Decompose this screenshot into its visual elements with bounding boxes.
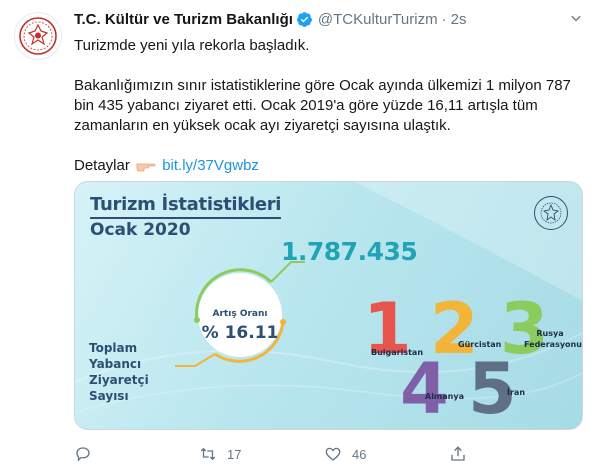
pointing-hand-emoji bbox=[136, 163, 156, 172]
author-name[interactable]: T.C. Kültür ve Turizm Bakanlığı bbox=[74, 11, 293, 28]
visitor-label-line-1: Toplam Yabancı bbox=[89, 341, 142, 371]
tweet-details-line: Detaylar bit.ly/37Vgwbz bbox=[74, 156, 579, 176]
details-label: Detaylar bbox=[74, 157, 130, 174]
rank-5-country: İran bbox=[507, 388, 526, 397]
visitor-label: Toplam Yabancı Ziyaretçi Sayısı bbox=[89, 340, 189, 404]
share-icon bbox=[451, 446, 465, 461]
tweet-image[interactable]: Turizm İstatistikleri Ocak 2020 1.787.43… bbox=[74, 181, 583, 430]
retweet-button[interactable]: 17 bbox=[199, 445, 324, 463]
tweet-actions: 17 46 bbox=[74, 440, 579, 468]
author-handle[interactable]: @TCKulturTurizm bbox=[318, 11, 438, 28]
share-button[interactable] bbox=[449, 445, 574, 463]
rank-4-country: Almanya bbox=[425, 392, 464, 401]
verified-badge-icon bbox=[296, 11, 312, 27]
rate-label: Artış Oranı bbox=[212, 309, 268, 319]
timestamp[interactable]: 2s bbox=[451, 11, 467, 28]
separator-dot: · bbox=[441, 10, 447, 28]
tweet-line-1: Turizmde yeni yıla rekorla başladık. bbox=[74, 37, 310, 54]
reply-button[interactable] bbox=[74, 445, 199, 463]
avatar[interactable] bbox=[14, 12, 62, 60]
rank-4-number: 4 bbox=[400, 348, 449, 430]
tweet-line-2: Bakanlığımızın sınır istatistiklerine gö… bbox=[74, 77, 571, 134]
tweet-text: Turizmde yeni yıla rekorla başladık. Bak… bbox=[74, 36, 579, 176]
retweet-count: 17 bbox=[227, 446, 242, 462]
rank-4: 4 bbox=[400, 354, 449, 424]
card-title: Turizm İstatistikleri bbox=[90, 194, 281, 219]
tweet[interactable]: T.C. Kültür ve Turizm Bakanlığı @TCKultu… bbox=[0, 0, 598, 474]
card-emblem-icon bbox=[534, 196, 568, 230]
card-subtitle: Ocak 2020 bbox=[90, 220, 191, 240]
tweet-link[interactable]: bit.ly/37Vgwbz bbox=[162, 157, 259, 174]
visitor-label-line-2: Ziyaretçi Sayısı bbox=[89, 373, 149, 403]
tweet-header: T.C. Kültür ve Turizm Bakanlığı @TCKultu… bbox=[74, 9, 466, 29]
like-button[interactable]: 46 bbox=[324, 445, 449, 463]
reply-icon bbox=[76, 447, 90, 462]
like-count: 46 bbox=[352, 446, 367, 462]
rate-value: % 16.11 bbox=[201, 323, 279, 343]
rank-3-country: Rusya Federasyonu bbox=[524, 329, 582, 349]
chevron-down-icon[interactable] bbox=[568, 11, 584, 27]
retweet-icon bbox=[200, 447, 216, 461]
like-icon bbox=[325, 447, 341, 461]
emblem-icon bbox=[19, 17, 57, 55]
